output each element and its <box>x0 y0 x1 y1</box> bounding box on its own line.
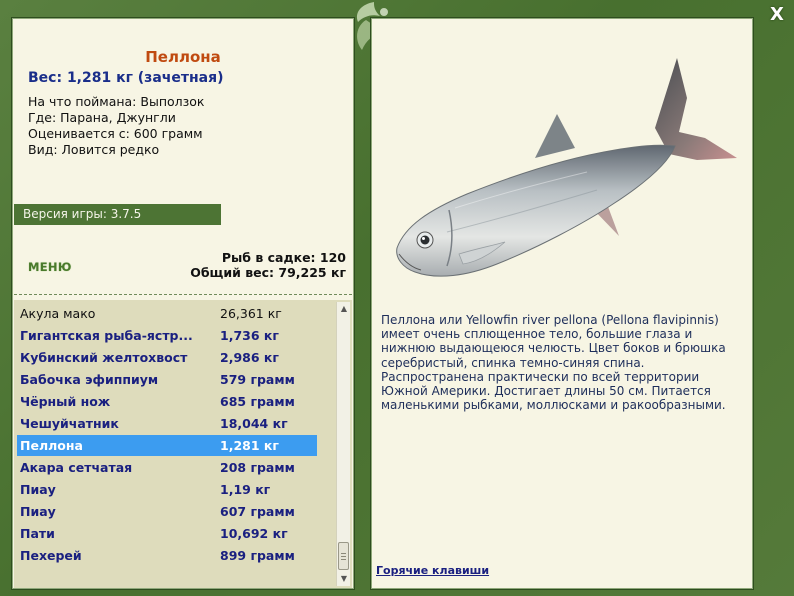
bait-info: На что поймана: Выползок <box>28 94 205 109</box>
rarity-info: Вид: Ловится редко <box>28 142 160 157</box>
hotkeys-link[interactable]: Горячие клавиши <box>376 564 489 577</box>
divider <box>14 294 352 295</box>
list-item-weight: 1,281 кг <box>220 438 279 453</box>
fish-info-panel: Пеллона Вес: 1,281 кг (зачетная) На что … <box>11 17 355 590</box>
fish-count: Рыб в садке: 120 <box>221 250 346 265</box>
close-button[interactable]: X <box>766 4 788 26</box>
list-item-name: Чешуйчатник <box>20 416 119 431</box>
list-item[interactable]: Пиау 1,19 кг <box>17 479 317 500</box>
grip-line <box>341 553 346 554</box>
min-weight-info: Оценивается с: 600 грамм <box>28 126 203 141</box>
list-item[interactable]: Пиау 607 грамм <box>17 501 317 522</box>
list-item[interactable]: Пехерей 899 грамм <box>17 545 317 566</box>
grip-line <box>341 559 346 560</box>
list-item-weight: 26,361 кг <box>220 306 282 321</box>
list-item[interactable]: Бабочка эфиппиум 579 грамм <box>17 369 317 390</box>
list-item-name: Бабочка эфиппиум <box>20 372 159 387</box>
fish-title: Пеллона <box>145 48 221 66</box>
scroll-down-icon[interactable]: ▼ <box>337 572 351 586</box>
list-item-name: Пеллона <box>20 438 83 453</box>
list-item-weight: 607 грамм <box>220 504 295 519</box>
list-item-weight: 1,736 кг <box>220 328 279 343</box>
list-item-name: Гигантская рыба-ястр... <box>20 328 193 343</box>
fish-image <box>396 58 737 277</box>
catch-list[interactable]: Акула мако 26,361 кг Гигантская рыба-яст… <box>14 300 352 588</box>
scroll-thumb[interactable] <box>338 542 349 570</box>
list-item-name: Пиау <box>20 504 56 519</box>
list-item-weight: 899 грамм <box>220 548 295 563</box>
list-item-weight: 579 грамм <box>220 372 295 387</box>
list-item-weight: 1,19 кг <box>220 482 271 497</box>
list-item-weight: 208 грамм <box>220 460 295 475</box>
list-item-weight: 2,986 кг <box>220 350 279 365</box>
list-item[interactable]: Пати 10,692 кг <box>17 523 317 544</box>
list-scrollbar[interactable]: ▲ ▼ <box>336 302 350 586</box>
list-item[interactable]: Чёрный нож 685 грамм <box>17 391 317 412</box>
catch-stats: Рыб в садке: 120 Общий вес: 79,225 кг <box>190 250 346 280</box>
list-item-name: Чёрный нож <box>20 394 111 409</box>
list-item-name: Пехерей <box>20 548 82 563</box>
scroll-up-icon[interactable]: ▲ <box>337 302 351 316</box>
list-item[interactable]: Кубинский желтохвост 2,986 кг <box>17 347 317 368</box>
list-item-name: Акара сетчатая <box>20 460 133 475</box>
grip-line <box>341 556 346 557</box>
fish-description: Пеллона или Yellowfin river pellona (Pel… <box>381 313 726 413</box>
list-item-weight: 685 грамм <box>220 394 295 409</box>
list-item-name: Пиау <box>20 482 56 497</box>
fish-weight: Вес: 1,281 кг (зачетная) <box>28 70 224 86</box>
list-item[interactable]: Гигантская рыба-ястр... 1,736 кг <box>17 325 317 346</box>
list-item[interactable]: Акула мако 26,361 кг <box>17 303 317 324</box>
list-item-name: Акула мако <box>20 306 96 321</box>
fish-description-panel: Пеллона или Yellowfin river pellona (Pel… <box>370 17 754 590</box>
menu-button[interactable]: МЕНЮ <box>28 260 72 274</box>
location-info: Где: Парана, Джунгли <box>28 110 176 125</box>
fish-details: На что поймана: Выползок Где: Парана, Дж… <box>28 94 204 158</box>
list-item-name: Кубинский желтохвост <box>20 350 188 365</box>
list-item-weight: 10,692 кг <box>220 526 288 541</box>
total-weight: Общий вес: 79,225 кг <box>190 265 346 280</box>
list-item-name: Пати <box>20 526 55 541</box>
list-item-selected[interactable]: Пеллона 1,281 кг <box>17 435 317 456</box>
list-item[interactable]: Акара сетчатая 208 грамм <box>17 457 317 478</box>
list-item-weight: 18,044 кг <box>220 416 288 431</box>
version-bar: Версия игры: 3.7.5 <box>14 204 221 225</box>
list-item[interactable]: Чешуйчатник 18,044 кг <box>17 413 317 434</box>
